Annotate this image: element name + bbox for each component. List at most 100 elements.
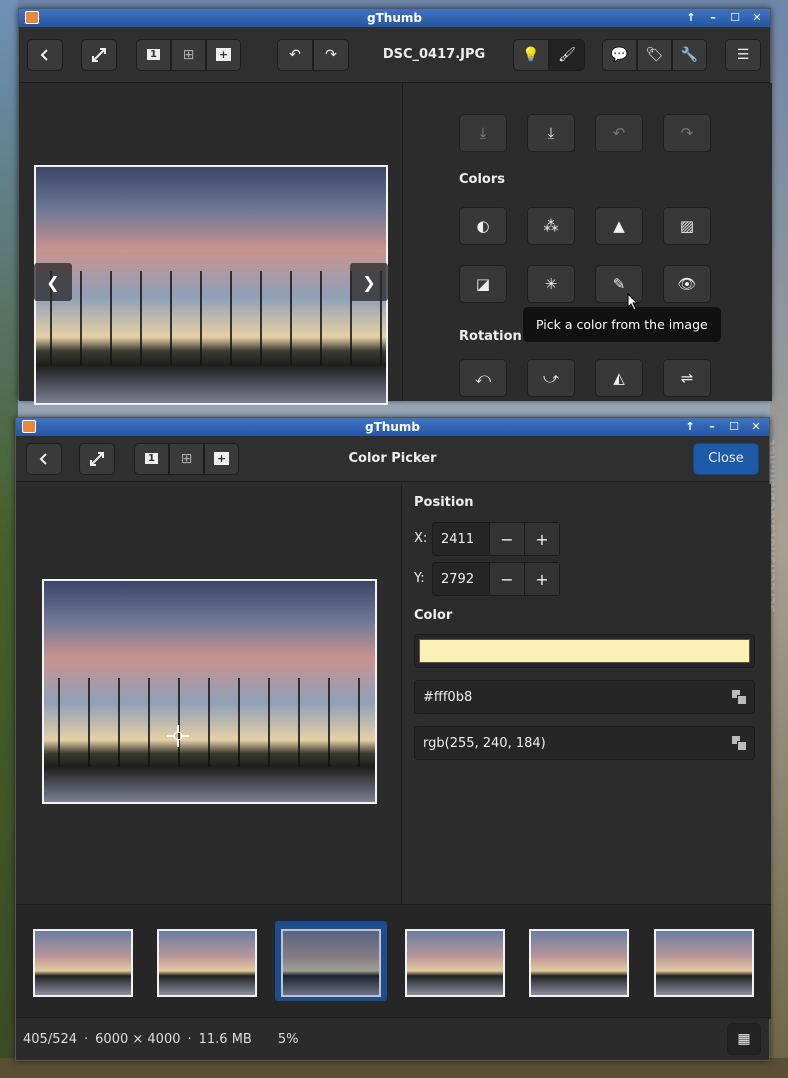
chevron-left-icon: ❮ — [46, 272, 60, 292]
close-window-icon[interactable]: ✕ — [747, 419, 765, 434]
window-titlebar[interactable]: gThumb ↑ – ☐ ✕ — [16, 418, 769, 436]
color-swatch-frame — [414, 634, 755, 668]
rotate-left-button[interactable]: ↶ — [277, 38, 313, 71]
main-menu-button[interactable]: ☰ — [725, 38, 761, 71]
thumbnails-toggle-button[interactable]: ▦ — [727, 1023, 761, 1055]
rgb-value-field[interactable]: rgb(255, 240, 184) — [414, 726, 755, 760]
copy-icon[interactable] — [732, 736, 747, 751]
image-index: 405/524 — [23, 1031, 78, 1047]
color-picker-title: Color Picker — [348, 451, 437, 466]
back-button[interactable] — [26, 442, 62, 475]
color-dots-icon: ⁂ — [543, 217, 559, 235]
thumbnail[interactable] — [654, 929, 754, 997]
thumbnail-strip — [16, 904, 771, 1019]
curves-tool[interactable]: ◪ — [459, 265, 507, 303]
image-viewer-pane — [16, 484, 401, 904]
window-title: gThumb — [367, 11, 422, 25]
y-increment-button[interactable]: + — [524, 563, 559, 595]
crosshair-cursor-icon — [167, 725, 189, 747]
thumbnail[interactable] — [405, 929, 505, 997]
minimize-icon[interactable]: – — [704, 10, 722, 25]
close-window-icon[interactable]: ✕ — [748, 10, 766, 25]
single-image-view-button[interactable]: 1 — [136, 38, 171, 71]
image-viewer-pane: ❮ ❯ — [19, 83, 403, 405]
hex-value-field[interactable]: #fff0b8 — [414, 680, 755, 714]
keep-above-icon[interactable]: ↑ — [682, 10, 700, 25]
thumbnail[interactable] — [157, 929, 257, 997]
chevron-left-icon — [40, 48, 48, 61]
maximize-icon[interactable]: ☐ — [726, 10, 744, 25]
single-image-view-button[interactable]: 1 — [134, 442, 169, 475]
minimize-icon[interactable]: – — [703, 419, 721, 434]
save-button[interactable]: ⤓ — [459, 114, 507, 152]
fullscreen-button[interactable] — [79, 442, 115, 475]
curves-icon: ◪ — [475, 275, 491, 293]
color-swatch — [419, 639, 750, 663]
rotation-section-label: Rotation — [459, 329, 522, 344]
y-coordinate-value[interactable]: 2792 — [433, 563, 489, 595]
paintbrush-icon: 🖌 — [558, 46, 576, 63]
viewer-header-bar: 1 ⊞ + ↶ ↷ DSC_0417.JPG 💡 🖌 💬 🏷 🔧 ☰ — [19, 27, 770, 83]
x-increment-button[interactable]: + — [524, 523, 559, 555]
brightness-contrast-tool[interactable]: ◐ — [459, 207, 507, 245]
x-coordinate-spinner[interactable]: 2411 − + — [432, 522, 560, 556]
thumbnail[interactable] — [529, 929, 629, 997]
color-section-label: Color — [414, 608, 453, 623]
red-eye-tool[interactable]: 👁 — [663, 265, 711, 303]
tags-button[interactable]: 🏷 — [637, 38, 672, 71]
properties-button[interactable]: 💡 — [513, 38, 549, 71]
auto-adjust-tool[interactable]: ✳ — [527, 265, 575, 303]
hex-value-text[interactable]: #fff0b8 — [423, 690, 472, 705]
next-image-arrow[interactable]: ❯ — [350, 263, 388, 301]
tools-button[interactable]: 🔧 — [672, 38, 707, 71]
keep-above-icon[interactable]: ↑ — [681, 419, 699, 434]
rotate-right-tool[interactable]: ⤻ — [527, 359, 575, 397]
single-view-icon: 1 — [147, 49, 160, 60]
gradient-box-icon: ▨ — [679, 217, 695, 235]
grid-view-icon: ⊞ — [182, 46, 195, 63]
copy-icon[interactable] — [732, 690, 747, 705]
flip-icon: ⇌ — [680, 369, 694, 387]
x-coordinate-value[interactable]: 2411 — [433, 523, 489, 555]
lightbulb-icon: 💡 — [522, 46, 540, 63]
compare-view-button[interactable]: ⊞ — [171, 38, 206, 71]
rgb-value-text[interactable]: rgb(255, 240, 184) — [423, 736, 546, 751]
previous-image-arrow[interactable]: ❮ — [34, 263, 72, 301]
gthumb-window-top: gThumb ↑ – ☐ ✕ 1 ⊞ + ↶ ↷ DSC_0417.JPG 💡 … — [18, 8, 772, 405]
window-titlebar[interactable]: gThumb ↑ – ☐ ✕ — [19, 9, 770, 27]
color-balance-tool[interactable]: ⁂ — [527, 207, 575, 245]
mirror-tool[interactable]: ◭ — [595, 359, 643, 397]
hamburger-menu-icon: ☰ — [736, 46, 750, 63]
y-decrement-button[interactable]: − — [489, 563, 524, 595]
window-title: gThumb — [365, 420, 420, 434]
thumbnail[interactable] — [33, 929, 133, 997]
fullscreen-icon — [92, 47, 106, 62]
rotate-left-icon: ↶ — [289, 46, 301, 63]
maximize-icon[interactable]: ☐ — [725, 419, 743, 434]
redo-button[interactable]: ↷ — [663, 114, 711, 152]
compare-view-button[interactable]: ⊞ — [169, 442, 204, 475]
undo-button[interactable]: ↶ — [595, 114, 643, 152]
current-image[interactable] — [34, 165, 388, 405]
save-as-button[interactable]: ⤓ — [527, 114, 575, 152]
grayscale-tool[interactable]: ▨ — [663, 207, 711, 245]
comment-button[interactable]: 💬 — [602, 38, 637, 71]
add-view-button[interactable]: + — [206, 38, 241, 71]
edit-tools-button[interactable]: 🖌 — [549, 38, 585, 71]
y-coordinate-spinner[interactable]: 2792 − + — [432, 562, 560, 596]
add-view-button[interactable]: + — [204, 442, 239, 475]
thumbnail-selected[interactable] — [281, 929, 381, 997]
back-button[interactable] — [27, 38, 63, 71]
rotate-tool[interactable]: ⤺ — [459, 359, 507, 397]
fullscreen-button[interactable] — [81, 38, 117, 71]
rotate-right-button[interactable]: ↷ — [313, 38, 349, 71]
magic-wand-icon: ✳ — [544, 275, 558, 293]
single-view-icon: 1 — [145, 453, 158, 464]
flip-tool[interactable]: ⇌ — [663, 359, 711, 397]
x-decrement-button[interactable]: − — [489, 523, 524, 555]
rotate-image-icon: ⤺ — [474, 369, 492, 387]
close-button[interactable]: Close — [693, 442, 759, 475]
current-image[interactable] — [42, 579, 377, 804]
colors-section-label: Colors — [459, 172, 506, 187]
sharpen-tool[interactable]: ▲ — [595, 207, 643, 245]
